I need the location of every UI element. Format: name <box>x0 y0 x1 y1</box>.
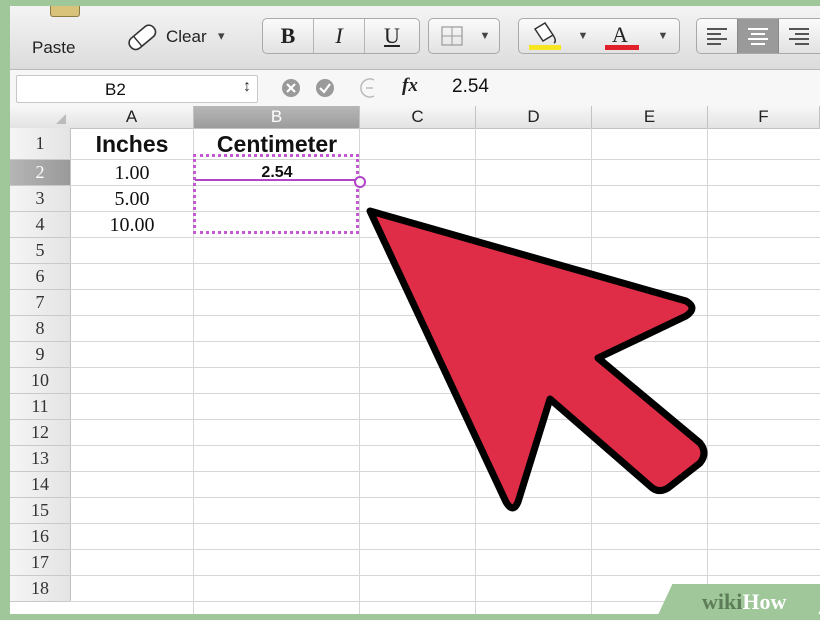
align-left-icon[interactable] <box>697 19 737 53</box>
selection-range[interactable] <box>193 154 359 234</box>
spreadsheet-window: Paste Clear ▾ B I U ▼ ▼ A ▼ B2 ↕ fx 2.54… <box>10 6 820 614</box>
name-box-value: B2 <box>105 80 126 99</box>
row-header-2[interactable]: 2 <box>10 160 71 186</box>
spreadsheet-grid[interactable]: ABCDEF 1 2 3 4 5 6 7 8 9 10 11 12 13 14 15 16 17 18 Inche… <box>10 106 820 614</box>
column-header-d[interactable]: D <box>476 106 592 129</box>
font-color-icon[interactable]: A <box>601 19 645 53</box>
paste-label: Paste <box>32 38 76 57</box>
formula-value: 2.54 <box>452 76 489 97</box>
borders-icon <box>441 26 463 46</box>
row-header-10[interactable]: 10 <box>10 368 71 394</box>
paste-button[interactable]: Paste <box>24 6 106 68</box>
column-header-a[interactable]: A <box>70 106 194 129</box>
chevron-down-icon[interactable]: ▼ <box>475 19 495 53</box>
chevron-down-icon: ▾ <box>218 28 225 43</box>
clear-label: Clear <box>166 27 207 46</box>
row-header-12[interactable]: 12 <box>10 420 71 446</box>
borders-button[interactable]: ▼ <box>428 18 500 54</box>
confirm-icon[interactable] <box>314 77 336 99</box>
eraser-icon <box>128 24 157 51</box>
underline-button[interactable]: U <box>365 19 419 53</box>
fill-color-icon[interactable] <box>523 19 567 53</box>
cell-a4[interactable]: 10.00 <box>70 212 194 238</box>
watermark-prefix: wiki <box>702 589 743 614</box>
fill-handle[interactable] <box>354 176 366 188</box>
bold-button[interactable]: B <box>263 19 314 53</box>
row-header-1[interactable]: 1 <box>10 128 71 160</box>
align-right-icon[interactable] <box>779 19 819 53</box>
clipboard-icon <box>50 6 80 17</box>
column-header-e[interactable]: E <box>592 106 708 129</box>
row-header-17[interactable]: 17 <box>10 550 71 576</box>
row-header-5[interactable]: 5 <box>10 238 71 264</box>
row-header-13[interactable]: 13 <box>10 446 71 472</box>
row-header-18[interactable]: 18 <box>10 576 71 602</box>
row-header-8[interactable]: 8 <box>10 316 71 342</box>
row-header-6[interactable]: 6 <box>10 264 71 290</box>
watermark-suffix: How <box>742 589 787 614</box>
align-center-icon <box>748 28 768 45</box>
column-header-c[interactable]: C <box>360 106 476 129</box>
formula-bar: B2 ↕ fx 2.54 <box>10 70 820 107</box>
stepper-icon[interactable]: ↕ <box>243 78 251 96</box>
chevron-down-icon[interactable]: ▼ <box>653 19 673 53</box>
function-wizard-icon[interactable] <box>358 77 380 99</box>
wikihow-logo: wikiHow <box>702 589 786 614</box>
column-header-f[interactable]: F <box>708 106 820 129</box>
row-header-14[interactable]: 14 <box>10 472 71 498</box>
row-header-4[interactable]: 4 <box>10 212 71 238</box>
row-header-9[interactable]: 9 <box>10 342 71 368</box>
align-group <box>696 18 820 54</box>
color-group: ▼ A ▼ <box>518 18 680 54</box>
cancel-icon[interactable] <box>280 77 302 99</box>
cell-a3[interactable]: 5.00 <box>70 186 194 212</box>
row-header-16[interactable]: 16 <box>10 524 71 550</box>
italic-button[interactable]: I <box>314 19 365 53</box>
corner-triangle-icon <box>56 114 66 124</box>
row-header-11[interactable]: 11 <box>10 394 71 420</box>
cell-a2[interactable]: 1.00 <box>70 160 194 186</box>
row-header-3[interactable]: 3 <box>10 186 71 212</box>
grid-column-line <box>475 128 476 614</box>
cell-a1[interactable]: Inches <box>70 128 194 160</box>
ribbon-toolbar: Paste Clear ▾ B I U ▼ ▼ A ▼ <box>10 6 820 70</box>
select-all-corner[interactable] <box>10 106 71 129</box>
active-cell-underline <box>195 179 357 181</box>
formula-input[interactable]: 2.54 <box>438 70 820 106</box>
row-header-15[interactable]: 15 <box>10 498 71 524</box>
align-center-button[interactable] <box>737 19 779 53</box>
chevron-down-icon[interactable]: ▼ <box>573 19 593 53</box>
grid-column-line <box>359 128 360 614</box>
name-box[interactable]: B2 ↕ <box>16 75 258 103</box>
row-header-7[interactable]: 7 <box>10 290 71 316</box>
clear-button[interactable]: Clear ▾ <box>124 22 252 52</box>
grid-column-line <box>707 128 708 614</box>
fx-label: fx <box>402 75 418 96</box>
grid-column-line <box>591 128 592 614</box>
svg-text:A: A <box>612 22 628 47</box>
column-header-b[interactable]: B <box>194 106 360 129</box>
font-style-group: B I U <box>262 18 420 54</box>
